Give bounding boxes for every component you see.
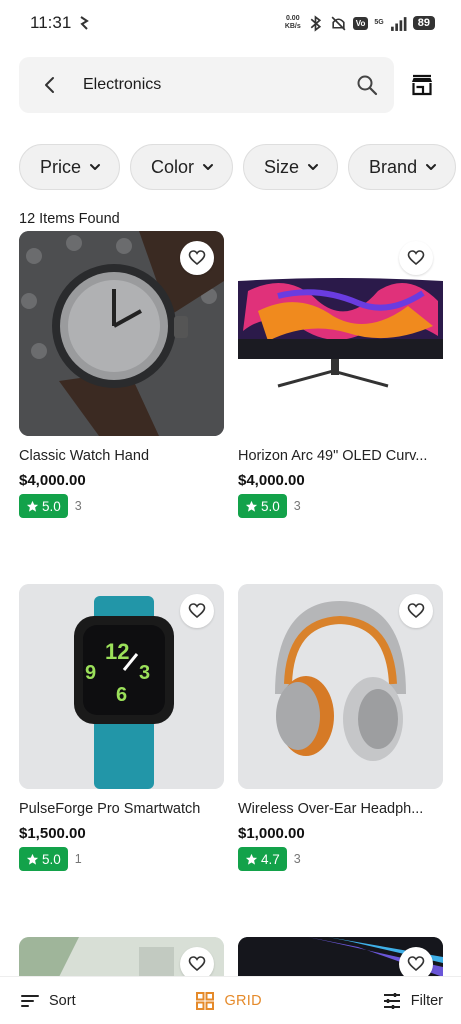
rating-value: 4.7 bbox=[261, 851, 280, 867]
chevron-down-icon bbox=[203, 164, 214, 170]
product-name: Horizon Arc 49" OLED Curv... bbox=[238, 448, 428, 464]
grid-view-button[interactable]: GRID bbox=[195, 991, 262, 1011]
chevron-down-icon bbox=[90, 164, 101, 170]
product-image[interactable] bbox=[19, 937, 224, 977]
product-image[interactable] bbox=[238, 231, 443, 436]
product-image[interactable] bbox=[238, 584, 443, 789]
heart-icon bbox=[407, 250, 425, 266]
heart-icon bbox=[188, 250, 206, 266]
product-price: $1,000.00 bbox=[238, 825, 305, 842]
rating-row: 4.7 3 bbox=[238, 847, 443, 871]
chevron-down-icon bbox=[308, 164, 319, 170]
product-image[interactable]: 12 9 3 6 bbox=[19, 584, 224, 789]
filter-label: Filter bbox=[410, 992, 443, 1009]
search-input[interactable] bbox=[83, 76, 356, 94]
network-type: 5G bbox=[374, 19, 384, 26]
favorite-button[interactable] bbox=[180, 241, 214, 275]
chip-label: Color bbox=[151, 156, 195, 177]
product-card[interactable]: 12 9 3 6 PulseForge Pro Smartwatch $1,50… bbox=[19, 584, 224, 871]
battery-indicator: 89 bbox=[412, 16, 435, 30]
filter-chip-brand[interactable]: Brand bbox=[348, 144, 457, 190]
tune-icon bbox=[383, 992, 400, 1009]
chevron-down-icon bbox=[426, 164, 437, 170]
favorite-button[interactable] bbox=[399, 947, 433, 977]
favorite-button[interactable] bbox=[399, 594, 433, 628]
filter-chips: Price Color Size Brand bbox=[19, 144, 461, 190]
rating-row: 5.0 1 bbox=[19, 847, 224, 871]
product-image[interactable] bbox=[238, 937, 443, 977]
chip-label: Size bbox=[264, 156, 300, 177]
review-count: 3 bbox=[293, 499, 301, 513]
product-card[interactable]: Classic Watch Hand $4,000.00 5.0 3 bbox=[19, 231, 224, 518]
grid-icon bbox=[196, 991, 215, 1010]
favorite-button[interactable] bbox=[180, 947, 214, 977]
results-count: 12 Items Found bbox=[19, 211, 120, 227]
product-price: $4,000.00 bbox=[19, 472, 86, 489]
sort-label: Sort bbox=[49, 992, 76, 1009]
product-price: $4,000.00 bbox=[238, 472, 305, 489]
review-count: 3 bbox=[74, 499, 82, 513]
volte-badge: Vo bbox=[352, 16, 369, 30]
product-card[interactable] bbox=[238, 937, 443, 977]
review-count: 1 bbox=[74, 852, 82, 866]
favorite-button[interactable] bbox=[180, 594, 214, 628]
net-speed: 0.00 KB/s bbox=[284, 15, 301, 30]
rating-badge: 5.0 bbox=[238, 494, 287, 518]
filter-chip-price[interactable]: Price bbox=[19, 144, 121, 190]
chip-label: Price bbox=[40, 156, 82, 177]
rating-row: 5.0 3 bbox=[19, 494, 224, 518]
product-name: Classic Watch Hand bbox=[19, 448, 150, 464]
rating-row: 5.0 3 bbox=[238, 494, 443, 518]
bottom-action-bar: Sort GRID Filter bbox=[0, 976, 461, 1024]
favorite-button[interactable] bbox=[399, 241, 433, 275]
rating-badge: 5.0 bbox=[19, 847, 68, 871]
svg-text:6: 6 bbox=[116, 684, 127, 706]
star-icon bbox=[245, 853, 258, 865]
mute-icon bbox=[331, 16, 346, 30]
search-icon[interactable] bbox=[356, 74, 378, 96]
signal-icon bbox=[390, 16, 407, 31]
sort-button[interactable]: Sort bbox=[20, 991, 76, 1011]
back-arrow-icon[interactable] bbox=[41, 76, 59, 94]
product-name: PulseForge Pro Smartwatch bbox=[19, 801, 201, 817]
data-saver-icon bbox=[80, 16, 90, 30]
sort-icon bbox=[21, 994, 39, 1007]
grid-label: GRID bbox=[224, 992, 262, 1009]
store-icon[interactable] bbox=[410, 73, 434, 97]
status-right: 0.00 KB/s Vo 5G 89 bbox=[284, 14, 435, 32]
star-icon bbox=[26, 500, 39, 512]
heart-icon bbox=[407, 603, 425, 619]
review-count: 3 bbox=[293, 852, 301, 866]
search-bar[interactable] bbox=[19, 57, 394, 113]
status-left: 11:31 bbox=[30, 13, 90, 33]
chip-label: Brand bbox=[369, 156, 418, 177]
star-icon bbox=[26, 853, 39, 865]
rating-badge: 4.7 bbox=[238, 847, 287, 871]
status-time: 11:31 bbox=[30, 13, 72, 32]
heart-icon bbox=[407, 956, 425, 972]
rating-value: 5.0 bbox=[42, 851, 61, 867]
product-card[interactable]: Wireless Over-Ear Headph... $1,000.00 4.… bbox=[238, 584, 443, 871]
filter-chip-size[interactable]: Size bbox=[243, 144, 339, 190]
svg-text:9: 9 bbox=[85, 662, 96, 684]
filter-chip-color[interactable]: Color bbox=[130, 144, 234, 190]
product-price: $1,500.00 bbox=[19, 825, 86, 842]
svg-text:12: 12 bbox=[105, 639, 129, 664]
bluetooth-icon bbox=[310, 14, 321, 32]
rating-value: 5.0 bbox=[261, 498, 280, 514]
rating-value: 5.0 bbox=[42, 498, 61, 514]
product-image[interactable] bbox=[19, 231, 224, 436]
heart-icon bbox=[188, 603, 206, 619]
product-card[interactable] bbox=[19, 937, 224, 977]
status-bar: 11:31 0.00 KB/s Vo 5G 89 bbox=[0, 0, 461, 46]
svg-text:3: 3 bbox=[139, 662, 150, 684]
star-icon bbox=[245, 500, 258, 512]
rating-badge: 5.0 bbox=[19, 494, 68, 518]
product-name: Wireless Over-Ear Headph... bbox=[238, 801, 424, 817]
heart-icon bbox=[188, 956, 206, 972]
filter-button[interactable]: Filter bbox=[382, 991, 443, 1011]
product-card[interactable]: Horizon Arc 49" OLED Curv... $4,000.00 5… bbox=[238, 231, 443, 518]
